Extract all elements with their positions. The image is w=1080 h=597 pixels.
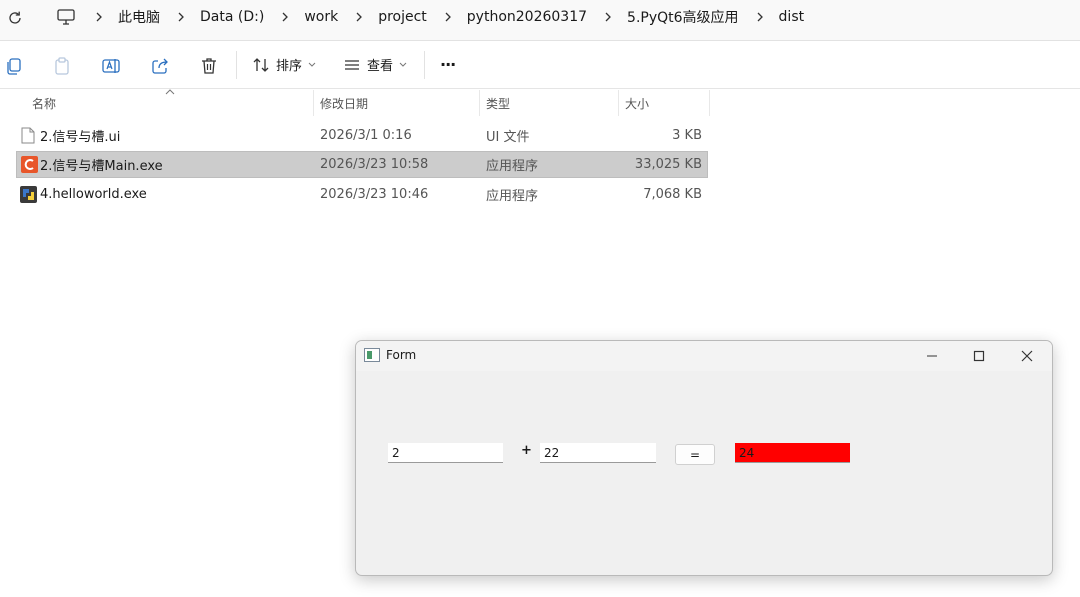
command-bar: 排序 查看 ··· bbox=[0, 41, 1080, 89]
breadcrumb-item[interactable]: Data (D:) bbox=[200, 9, 264, 25]
breadcrumb: 此电脑 Data (D:) work project python2026031… bbox=[56, 0, 816, 34]
file-type: 应用程序 bbox=[486, 159, 539, 174]
breadcrumb-item[interactable]: dist bbox=[779, 9, 805, 25]
plus-operator-label: + bbox=[521, 443, 532, 458]
chevron-down-icon bbox=[399, 62, 407, 67]
toolbar-divider bbox=[236, 51, 237, 79]
sort-button[interactable]: 排序 bbox=[252, 41, 316, 88]
close-button[interactable] bbox=[1004, 341, 1050, 371]
file-modified: 2026/3/23 10:46 bbox=[320, 187, 429, 202]
column-divider[interactable] bbox=[313, 90, 314, 116]
more-icon: ··· bbox=[440, 55, 456, 74]
chevron-right-icon bbox=[96, 12, 102, 22]
file-row[interactable]: 2.信号与槽.ui 2026/3/1 0:16 UI 文件 3 KB bbox=[16, 122, 708, 149]
refresh-icon[interactable] bbox=[6, 9, 24, 27]
file-type: UI 文件 bbox=[486, 130, 530, 145]
view-label: 查看 bbox=[367, 59, 394, 74]
python-app-icon bbox=[20, 186, 37, 203]
operand2-input[interactable]: 22 bbox=[540, 443, 656, 463]
column-divider[interactable] bbox=[618, 90, 619, 116]
chevron-right-icon bbox=[356, 12, 363, 22]
file-row-selected[interactable]: 2.信号与槽Main.exe 2026/3/23 10:58 应用程序 33,0… bbox=[16, 151, 708, 178]
window-title: Form bbox=[386, 348, 417, 362]
computer-icon[interactable] bbox=[56, 8, 76, 26]
result-output: 24 bbox=[735, 443, 850, 463]
toolbar-divider bbox=[424, 51, 425, 79]
breadcrumb-item[interactable]: 5.PyQt6高级应用 bbox=[627, 7, 739, 27]
column-header-size[interactable]: 大小 bbox=[625, 89, 649, 117]
view-button[interactable]: 查看 bbox=[343, 41, 407, 88]
chevron-right-icon bbox=[178, 12, 184, 22]
column-divider[interactable] bbox=[709, 90, 710, 116]
sort-icon bbox=[253, 57, 269, 72]
sort-ascending-icon bbox=[165, 89, 175, 95]
file-size: 33,025 KB bbox=[634, 157, 702, 172]
more-options-button[interactable]: ··· bbox=[440, 41, 456, 88]
close-icon bbox=[1021, 350, 1033, 362]
column-header-modified[interactable]: 修改日期 bbox=[320, 89, 368, 117]
file-type: 应用程序 bbox=[486, 189, 539, 204]
chevron-down-icon bbox=[308, 62, 316, 67]
column-header-name[interactable]: 名称 bbox=[32, 89, 56, 117]
breadcrumb-item[interactable]: work bbox=[304, 9, 338, 25]
title-bar[interactable]: Form bbox=[356, 341, 1052, 371]
maximize-icon bbox=[973, 350, 985, 362]
app-c-icon bbox=[21, 156, 38, 173]
file-size: 7,068 KB bbox=[643, 187, 702, 202]
delete-icon[interactable] bbox=[199, 56, 219, 76]
document-icon bbox=[21, 127, 35, 144]
operand1-input[interactable]: 2 bbox=[388, 443, 503, 463]
breadcrumb-item[interactable]: python20260317 bbox=[467, 9, 587, 25]
breadcrumb-item[interactable]: project bbox=[378, 9, 427, 25]
chevron-right-icon bbox=[605, 12, 611, 22]
rename-icon[interactable] bbox=[101, 56, 121, 76]
chevron-right-icon bbox=[757, 12, 763, 22]
chevron-right-icon bbox=[282, 12, 289, 22]
file-size: 3 KB bbox=[672, 128, 702, 143]
form-window: Form 2 + 22 = 24 bbox=[355, 340, 1053, 576]
chevron-right-icon bbox=[445, 12, 451, 22]
view-icon bbox=[345, 59, 359, 70]
maximize-button[interactable] bbox=[956, 341, 1002, 371]
breadcrumb-item[interactable]: 此电脑 bbox=[118, 7, 160, 27]
address-bar: 此电脑 Data (D:) work project python2026031… bbox=[0, 0, 1080, 41]
share-icon[interactable] bbox=[150, 56, 170, 76]
file-name: 4.helloworld.exe bbox=[40, 187, 147, 202]
sort-label: 排序 bbox=[276, 59, 303, 74]
window-app-icon bbox=[364, 348, 380, 362]
paste-icon[interactable] bbox=[52, 56, 72, 76]
file-modified: 2026/3/1 0:16 bbox=[320, 128, 412, 143]
minimize-button[interactable] bbox=[909, 341, 955, 371]
copy-icon[interactable] bbox=[4, 56, 24, 76]
file-modified: 2026/3/23 10:58 bbox=[320, 157, 429, 172]
file-name: 2.信号与槽.ui bbox=[40, 130, 121, 145]
file-name: 2.信号与槽Main.exe bbox=[40, 159, 163, 174]
file-row[interactable]: 4.helloworld.exe 2026/3/23 10:46 应用程序 7,… bbox=[16, 181, 708, 208]
minimize-icon bbox=[927, 355, 937, 357]
column-header-type[interactable]: 类型 bbox=[486, 89, 510, 117]
column-divider[interactable] bbox=[479, 90, 480, 116]
equals-button[interactable]: = bbox=[675, 444, 715, 465]
